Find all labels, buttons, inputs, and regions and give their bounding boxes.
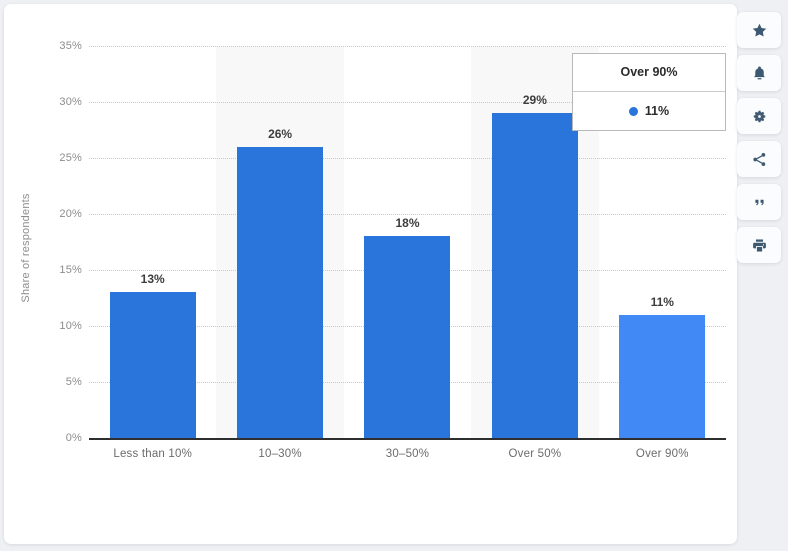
tooltip-header: Over 90%	[573, 54, 725, 92]
bar-value-label: 13%	[140, 272, 165, 287]
y-axis-title: Share of respondents	[20, 193, 32, 303]
share-icon	[751, 151, 768, 168]
print-button[interactable]	[737, 227, 781, 263]
x-axis-tick-label: Over 90%	[635, 448, 689, 460]
bar-value-label: 26%	[268, 126, 293, 141]
chart-page: 0% 5% 10% 15% 20% 25% 30% 35% Share of responde…	[0, 0, 788, 551]
y-axis-ticks: 0% 5% 10% 15% 20% 25% 30% 35%	[4, 40, 82, 444]
x-axis-line	[89, 438, 726, 440]
bar[interactable]	[491, 113, 578, 438]
y-axis-tick-label: 0%	[65, 432, 82, 444]
action-rail	[737, 12, 781, 263]
notification-button[interactable]	[737, 55, 781, 91]
bell-icon	[751, 65, 768, 82]
plot-area: 0% 5% 10% 15% 20% 25% 30% 35% Share of responde…	[4, 4, 737, 474]
chart-footer: i Additional Information © Statista 2022…	[4, 474, 737, 544]
share-button[interactable]	[737, 141, 781, 177]
star-icon	[751, 22, 768, 39]
y-axis-tick-label: 5%	[65, 376, 82, 388]
y-axis-tick-label: 35%	[59, 40, 82, 52]
x-axis-tick-label: 30–50%	[385, 448, 430, 460]
bar[interactable]	[237, 146, 324, 438]
bar[interactable]	[109, 292, 196, 438]
bar-slot: 18%	[344, 46, 471, 438]
bar-value-label: 18%	[395, 216, 420, 231]
bar[interactable]	[619, 314, 706, 438]
y-axis-tick-label: 30%	[59, 96, 82, 108]
settings-button[interactable]	[737, 98, 781, 134]
print-icon	[751, 237, 768, 254]
citation-button[interactable]	[737, 184, 781, 220]
quote-icon	[751, 194, 768, 211]
tooltip-body: 11%	[573, 92, 725, 130]
bar[interactable]	[364, 236, 451, 438]
gear-icon	[751, 108, 768, 125]
bar-value-label: 11%	[650, 294, 674, 309]
x-axis-tick-label: Over 50%	[508, 448, 562, 460]
x-axis-tick-label: Less than 10%	[113, 448, 193, 460]
tooltip-value: 11%	[644, 104, 670, 118]
chart-tooltip: Over 90% 11%	[572, 53, 726, 131]
x-axis-tick-label: 10–30%	[258, 448, 302, 460]
chart-card: 0% 5% 10% 15% 20% 25% 30% 35% Share of responde…	[4, 4, 737, 544]
favorite-button[interactable]	[737, 12, 781, 48]
bar-slot: 26%	[216, 46, 343, 438]
bar-slot: 13%	[89, 46, 216, 438]
series-dot-icon	[628, 106, 638, 116]
bar-value-label: 29%	[522, 93, 547, 108]
